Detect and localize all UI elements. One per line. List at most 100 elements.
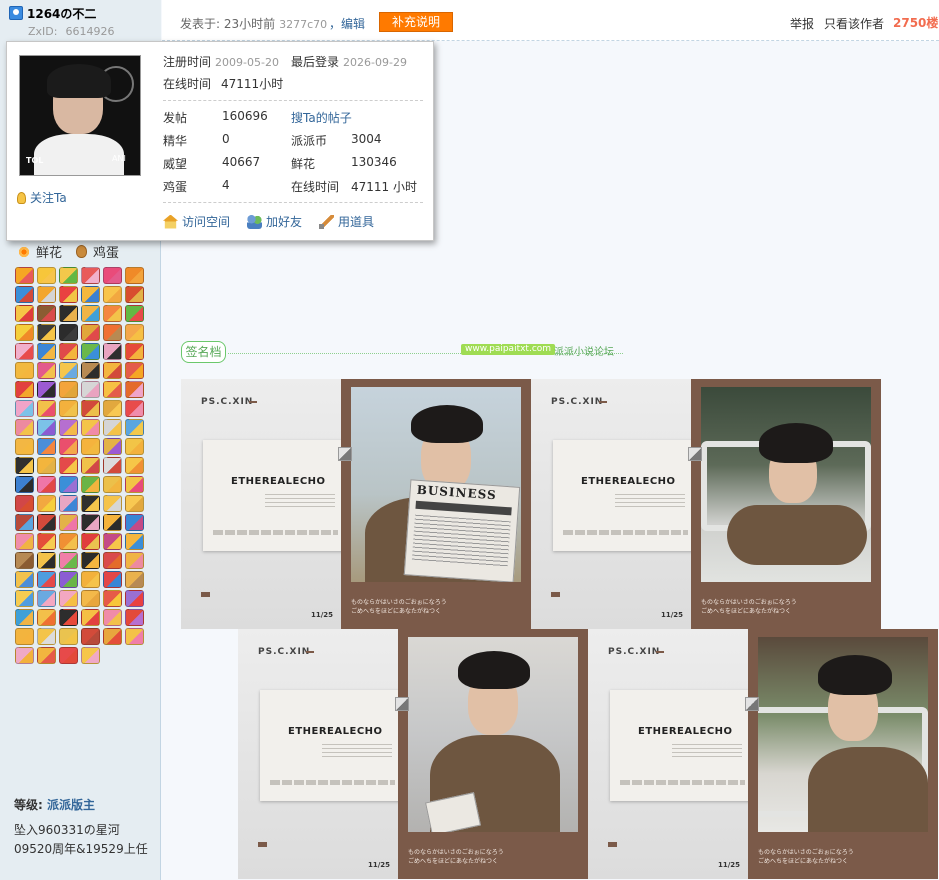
medal-icon[interactable] bbox=[59, 286, 78, 303]
medal-icon[interactable] bbox=[37, 552, 56, 569]
medal-icon[interactable] bbox=[103, 476, 122, 493]
signature-forum[interactable]: 派派小说论坛 bbox=[554, 343, 614, 358]
medal-icon[interactable] bbox=[37, 609, 56, 626]
medal-icon[interactable] bbox=[103, 609, 122, 626]
medal-icon[interactable] bbox=[37, 590, 56, 607]
medal-icon[interactable] bbox=[103, 552, 122, 569]
medal-icon[interactable] bbox=[59, 362, 78, 379]
medal-icon[interactable] bbox=[103, 286, 122, 303]
medal-icon[interactable] bbox=[125, 362, 144, 379]
medal-icon[interactable] bbox=[103, 495, 122, 512]
medal-icon[interactable] bbox=[103, 267, 122, 284]
medal-icon[interactable] bbox=[59, 267, 78, 284]
medal-icon[interactable] bbox=[59, 628, 78, 645]
medal-icon[interactable] bbox=[15, 457, 34, 474]
medal-icon[interactable] bbox=[15, 571, 34, 588]
medal-icon[interactable] bbox=[81, 495, 100, 512]
medal-icon[interactable] bbox=[103, 324, 122, 341]
only-author-link[interactable]: 只看该作者 bbox=[824, 15, 884, 32]
medal-icon[interactable] bbox=[59, 571, 78, 588]
medal-icon[interactable] bbox=[15, 628, 34, 645]
signature-site[interactable]: www.paipaitxt.com bbox=[461, 344, 556, 355]
search-posts-link[interactable]: 搜Ta的帖子 bbox=[291, 109, 352, 126]
medal-icon[interactable] bbox=[103, 514, 122, 531]
medal-icon[interactable] bbox=[37, 324, 56, 341]
medal-icon[interactable] bbox=[103, 362, 122, 379]
medal-icon[interactable] bbox=[15, 362, 34, 379]
medal-icon[interactable] bbox=[59, 305, 78, 322]
medal-icon[interactable] bbox=[103, 628, 122, 645]
medal-icon[interactable] bbox=[37, 362, 56, 379]
medal-icon[interactable] bbox=[103, 533, 122, 550]
username-link[interactable]: 1264の不二 bbox=[27, 5, 96, 22]
medal-icon[interactable] bbox=[103, 381, 122, 398]
medal-icon[interactable] bbox=[81, 609, 100, 626]
follow-link[interactable]: 关注Ta bbox=[17, 189, 67, 206]
medal-icon[interactable] bbox=[81, 267, 100, 284]
medal-icon[interactable] bbox=[125, 533, 144, 550]
medal-icon[interactable] bbox=[15, 533, 34, 550]
medal-icon[interactable] bbox=[37, 305, 56, 322]
floor-number[interactable]: 2750楼 bbox=[893, 14, 938, 31]
medal-icon[interactable] bbox=[15, 267, 34, 284]
medal-icon[interactable] bbox=[59, 324, 78, 341]
medal-icon[interactable] bbox=[37, 476, 56, 493]
medal-icon[interactable] bbox=[81, 514, 100, 531]
supplement-button[interactable]: 补充说明 bbox=[379, 12, 453, 32]
edit-link[interactable]: ，编辑 bbox=[329, 15, 365, 32]
medal-icon[interactable] bbox=[37, 438, 56, 455]
medal-icon[interactable] bbox=[125, 381, 144, 398]
medal-icon[interactable] bbox=[59, 438, 78, 455]
medal-icon[interactable] bbox=[81, 647, 100, 664]
medal-icon[interactable] bbox=[37, 495, 56, 512]
use-tool-link[interactable]: 用道具 bbox=[319, 213, 374, 230]
medal-icon[interactable] bbox=[37, 343, 56, 360]
medal-icon[interactable] bbox=[37, 571, 56, 588]
medal-icon[interactable] bbox=[103, 571, 122, 588]
medal-icon[interactable] bbox=[81, 571, 100, 588]
medal-icon[interactable] bbox=[59, 476, 78, 493]
medal-icon[interactable] bbox=[15, 438, 34, 455]
medal-icon[interactable] bbox=[81, 343, 100, 360]
medal-icon[interactable] bbox=[37, 628, 56, 645]
medal-icon[interactable] bbox=[81, 362, 100, 379]
medal-icon[interactable] bbox=[37, 286, 56, 303]
medal-icon[interactable] bbox=[125, 267, 144, 284]
medal-icon[interactable] bbox=[59, 590, 78, 607]
medal-icon[interactable] bbox=[15, 343, 34, 360]
medal-icon[interactable] bbox=[125, 552, 144, 569]
medal-icon[interactable] bbox=[59, 647, 78, 664]
medal-icon[interactable] bbox=[15, 286, 34, 303]
medal-icon[interactable] bbox=[59, 343, 78, 360]
medal-icon[interactable] bbox=[59, 381, 78, 398]
avatar[interactable]: TOL ANI bbox=[19, 55, 141, 176]
medal-icon[interactable] bbox=[125, 495, 144, 512]
medal-icon[interactable] bbox=[125, 343, 144, 360]
medal-icon[interactable] bbox=[15, 324, 34, 341]
medal-icon[interactable] bbox=[59, 400, 78, 417]
medal-icon[interactable] bbox=[125, 286, 144, 303]
medal-icon[interactable] bbox=[125, 476, 144, 493]
medal-icon[interactable] bbox=[103, 419, 122, 436]
medal-icon[interactable] bbox=[125, 514, 144, 531]
medal-icon[interactable] bbox=[59, 533, 78, 550]
medal-icon[interactable] bbox=[59, 495, 78, 512]
medal-icon[interactable] bbox=[81, 419, 100, 436]
medal-icon[interactable] bbox=[103, 343, 122, 360]
visit-space-link[interactable]: 访问空间 bbox=[163, 213, 230, 230]
medal-icon[interactable] bbox=[81, 400, 100, 417]
medal-icon[interactable] bbox=[15, 647, 34, 664]
medal-icon[interactable] bbox=[15, 400, 34, 417]
add-friend-link[interactable]: 加好友 bbox=[247, 213, 302, 230]
medal-icon[interactable] bbox=[103, 305, 122, 322]
medal-icon[interactable] bbox=[81, 324, 100, 341]
medal-icon[interactable] bbox=[103, 590, 122, 607]
medal-icon[interactable] bbox=[125, 628, 144, 645]
medal-icon[interactable] bbox=[103, 457, 122, 474]
medal-icon[interactable] bbox=[59, 552, 78, 569]
medal-icon[interactable] bbox=[125, 305, 144, 322]
medal-icon[interactable] bbox=[125, 571, 144, 588]
medal-icon[interactable] bbox=[59, 609, 78, 626]
medal-icon[interactable] bbox=[15, 495, 34, 512]
medal-icon[interactable] bbox=[37, 419, 56, 436]
